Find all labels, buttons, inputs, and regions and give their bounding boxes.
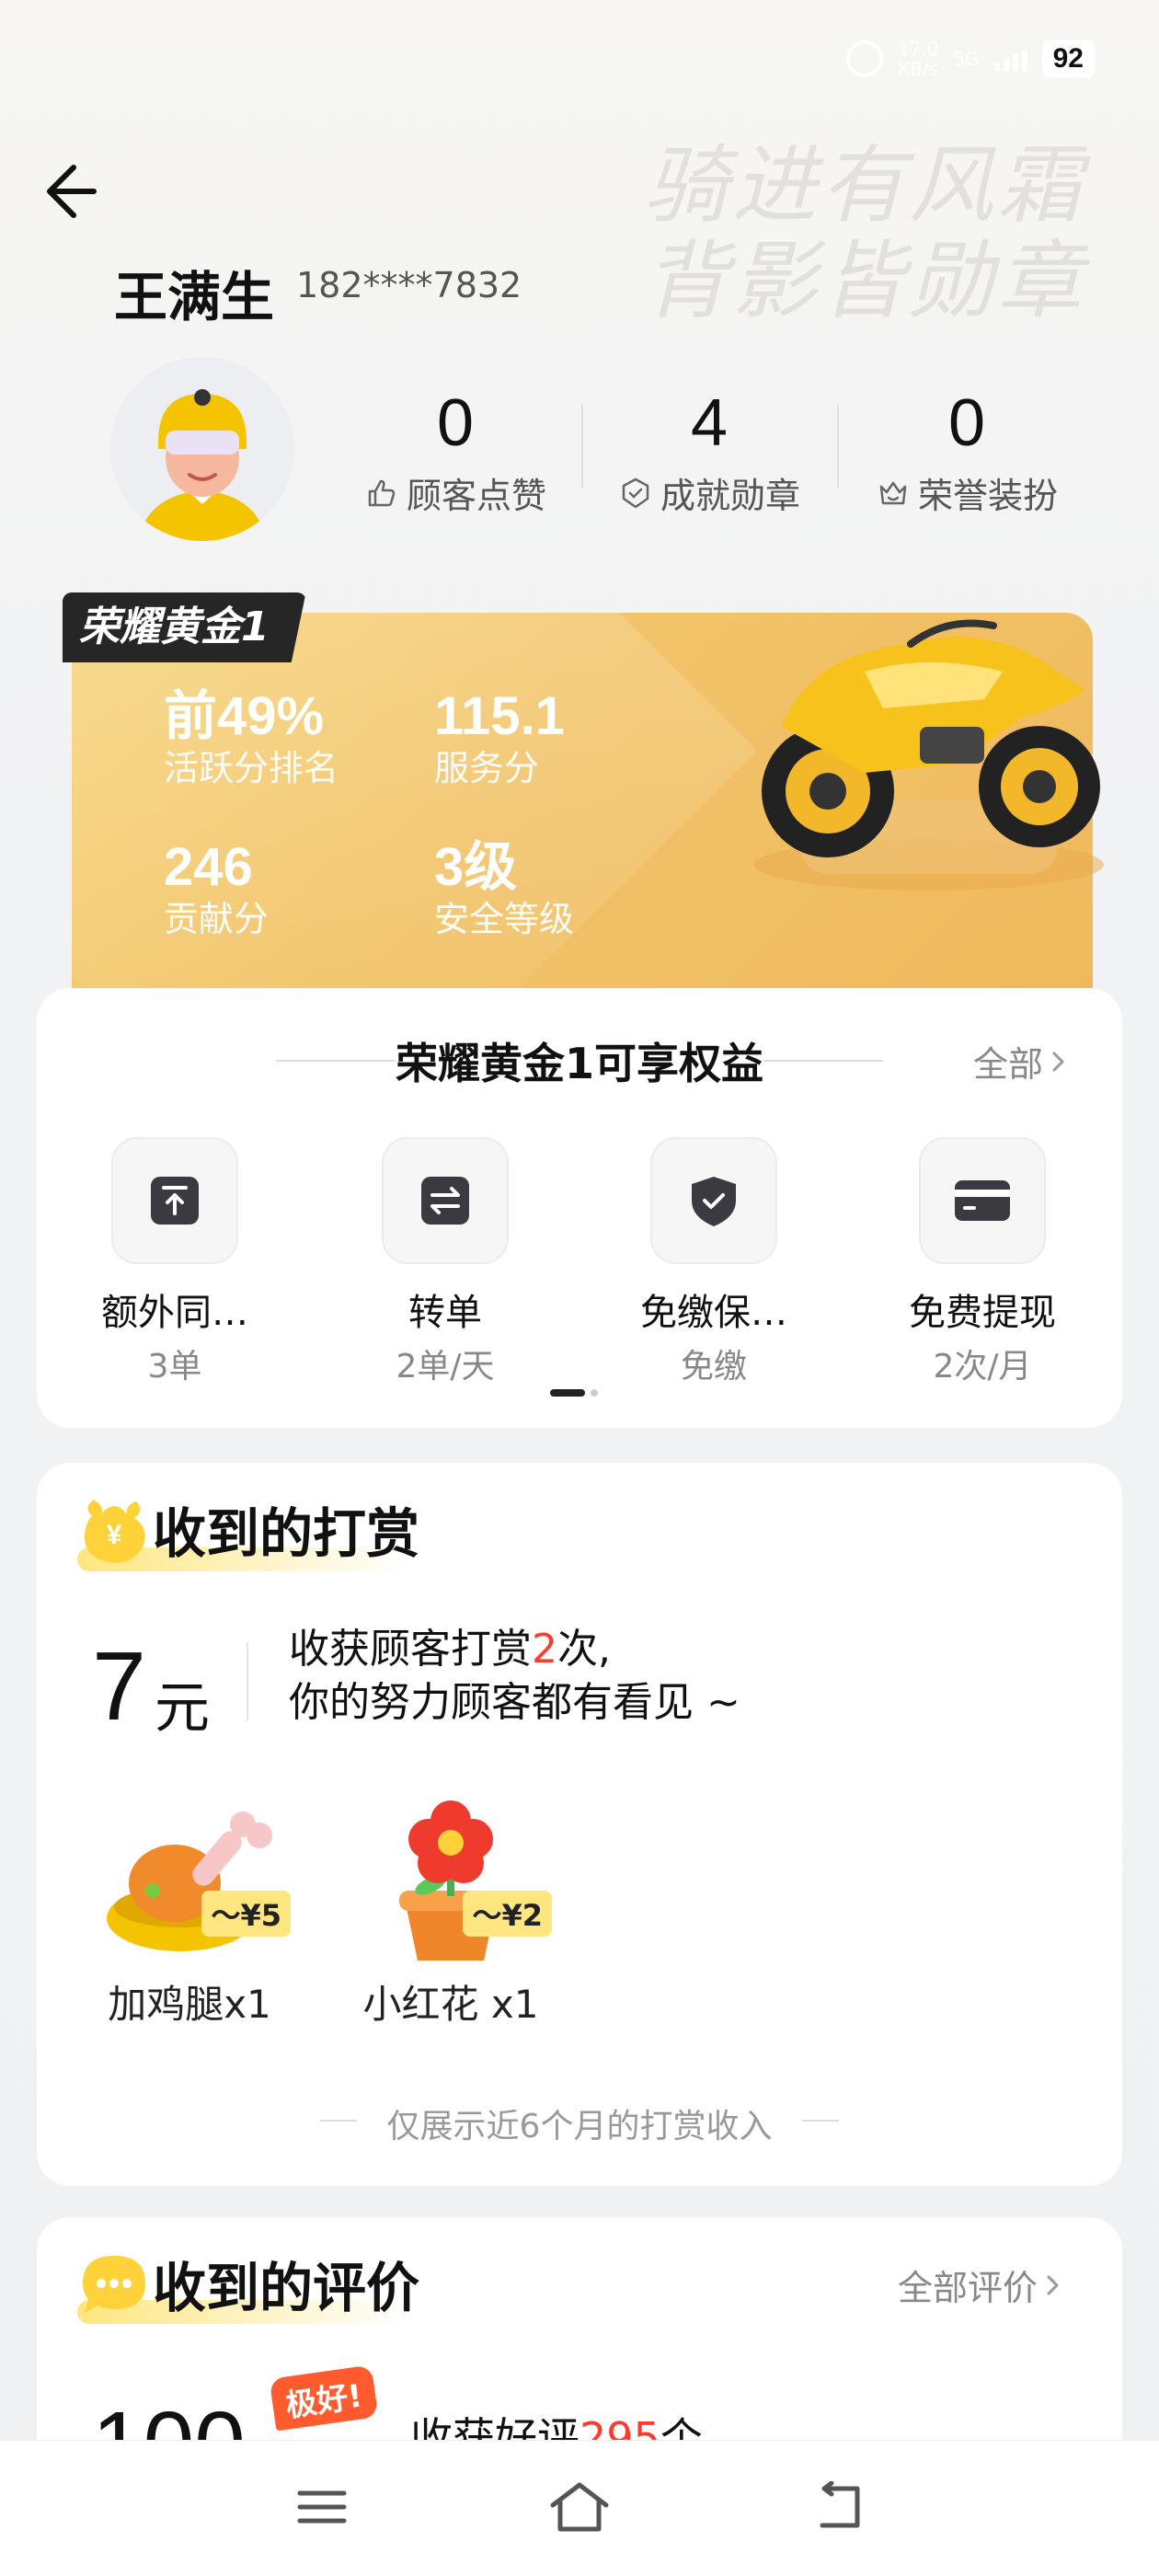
- menu-button[interactable]: [285, 2475, 359, 2539]
- home-button[interactable]: [543, 2475, 616, 2539]
- chevron-right-icon: [1052, 1052, 1064, 1071]
- stat-medals[interactable]: 4 成就勋章: [585, 386, 833, 518]
- tip-summary: 收获顾客打赏2次, 你的努力顾客都有看见 ~: [289, 1626, 740, 1726]
- reviews-all-link[interactable]: 全部评价: [898, 2260, 1063, 2310]
- title-divider: [763, 1060, 883, 1062]
- gift-price-tag: ～¥5: [201, 1891, 291, 1937]
- network-speed: 17.0: [897, 38, 939, 60]
- reviews-title: 收到的评价: [153, 2257, 420, 2319]
- gift-price-tag: ～¥2: [463, 1891, 552, 1937]
- gift-red-flower: ～¥2 小红花 x1: [340, 1799, 561, 2030]
- user-phone: 182****7832: [296, 265, 522, 305]
- stat-divider: [581, 405, 583, 488]
- contribution-stat: 246 贡献分: [164, 837, 270, 939]
- safety-level-stat: 3级 安全等级: [434, 837, 575, 939]
- crown-icon: [879, 481, 907, 504]
- alarm-icon: [845, 40, 883, 77]
- user-name: 王满生: [114, 266, 275, 328]
- avatar[interactable]: [110, 357, 294, 541]
- svg-text:¥: ¥: [107, 1520, 122, 1550]
- benefit-deposit-waiver[interactable]: 免缴保… 免缴: [613, 1137, 815, 1387]
- stat-divider: [837, 405, 839, 488]
- thumbs-up-icon: [368, 479, 396, 506]
- medal-icon: [622, 477, 649, 508]
- rank-stat: 前49% 活跃分排名: [164, 686, 339, 788]
- amount-divider: [247, 1643, 248, 1720]
- return-icon: [820, 2481, 860, 2528]
- menu-icon: [297, 2490, 347, 2524]
- chicken-leg-icon: [107, 1811, 272, 1951]
- gift-chicken-leg: ～¥5 加鸡腿x1: [79, 1799, 300, 2030]
- home-icon: [550, 2482, 609, 2532]
- carousel-indicator: [550, 1389, 598, 1397]
- motorcycle-icon: [727, 589, 1131, 892]
- card-icon: [955, 1180, 1010, 1221]
- arrow-left-icon: [47, 165, 97, 218]
- shield-check-icon: [692, 1177, 736, 1226]
- benefit-extra-orders[interactable]: 额外同… 3单: [74, 1137, 276, 1387]
- network-speed-unit: KB/s: [898, 58, 939, 80]
- rider-avatar-icon: [138, 389, 267, 541]
- tier-badge: 荣耀黄金1: [63, 592, 306, 662]
- coin-bag-icon: ¥: [74, 1489, 155, 1570]
- calligraphy-slogan: 骑进有风霜 背影皆勋章: [643, 136, 1085, 330]
- tip-amount: 7: [92, 1632, 146, 1741]
- stat-outfits[interactable]: 0 荣誉装扮: [843, 386, 1091, 518]
- signal-icon: [993, 47, 1027, 71]
- service-score-stat: 115.1 服务分: [434, 686, 565, 788]
- benefits-all-link[interactable]: 全部: [973, 1036, 1069, 1087]
- tips-title: 收到的打赏: [153, 1502, 420, 1565]
- transfer-icon: [421, 1177, 469, 1225]
- tip-unit: 元: [155, 1676, 210, 1741]
- red-flower-icon: [399, 1800, 502, 1961]
- back-nav-button[interactable]: [802, 2475, 876, 2539]
- chat-bubble-icon: [74, 2243, 155, 2324]
- upload-arrow-icon: [151, 1177, 199, 1225]
- tips-footnote: 仅展示近6个月的打赏收入: [386, 2108, 773, 2145]
- status-bar: 17.0 KB/s 5G 92: [0, 0, 1159, 120]
- back-button[interactable]: [37, 156, 110, 230]
- stat-likes[interactable]: 0 顾客点赞: [331, 386, 580, 518]
- benefit-free-withdraw[interactable]: 免费提现 2次/月: [881, 1137, 1084, 1387]
- chevron-right-icon: [1047, 2275, 1059, 2294]
- benefit-transfer[interactable]: 转单 2单/天: [344, 1137, 546, 1387]
- network-type: 5G: [953, 48, 980, 70]
- tip-count: 2: [532, 1626, 557, 1673]
- battery-indicator: 92: [1041, 40, 1095, 78]
